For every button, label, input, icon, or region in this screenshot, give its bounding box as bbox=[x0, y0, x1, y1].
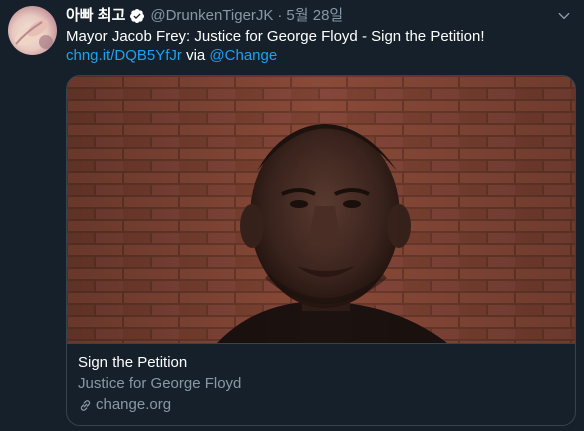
display-name[interactable]: 아빠 최고 bbox=[66, 6, 125, 26]
link-icon bbox=[80, 399, 91, 411]
chevron-down-icon bbox=[558, 12, 570, 20]
link-card[interactable]: Sign the Petition Justice for George Flo… bbox=[66, 75, 576, 426]
avatar-image bbox=[14, 19, 53, 49]
tweet-links: chng.it/DQB5YfJr via @Change bbox=[66, 46, 277, 66]
card-domain: change.org bbox=[78, 395, 171, 415]
card-divider bbox=[67, 343, 575, 344]
card-image[interactable] bbox=[67, 76, 575, 343]
card-domain-text: change.org bbox=[96, 396, 172, 413]
tweet-text: Mayor Jacob Frey: Justice for George Flo… bbox=[66, 28, 485, 45]
card-subtitle: Justice for George Floyd bbox=[78, 375, 242, 392]
handle[interactable]: @DrunkenTigerJK bbox=[150, 6, 273, 26]
tweet-header: 아빠 최고 @DrunkenTigerJK · 5월 28일 bbox=[66, 6, 343, 26]
more-options-button[interactable] bbox=[554, 6, 574, 26]
avatar[interactable] bbox=[8, 6, 57, 55]
verified-badge-icon bbox=[130, 9, 145, 23]
short-link[interactable]: chng.it/DQB5YfJr bbox=[66, 47, 182, 64]
card-photo bbox=[67, 76, 575, 343]
via-mention[interactable]: @Change bbox=[209, 47, 277, 64]
via-label: via bbox=[186, 47, 206, 64]
tweet-date[interactable]: 5월 28일 bbox=[286, 6, 343, 26]
card-title[interactable]: Sign the Petition bbox=[78, 353, 187, 373]
tweet[interactable]: 아빠 최고 @DrunkenTigerJK · 5월 28일 Mayor Jac… bbox=[0, 0, 584, 431]
separator: · bbox=[277, 7, 283, 24]
